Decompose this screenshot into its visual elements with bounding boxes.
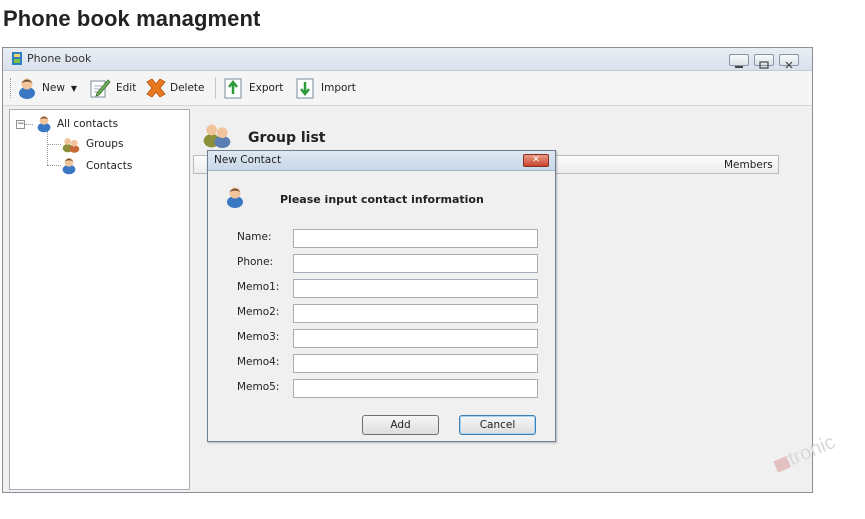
column-header-members[interactable]: Members (724, 159, 773, 171)
tree-item-label: All contacts (57, 117, 119, 130)
phone-book-app-icon (12, 52, 22, 65)
export-icon (224, 78, 242, 99)
memo4-field[interactable] (293, 354, 538, 373)
delete-button[interactable]: Delete (144, 75, 205, 101)
toolbar-separator (215, 77, 216, 99)
import-button[interactable]: Import (294, 75, 356, 101)
dialog-heading: Please input contact information (280, 193, 484, 206)
contact-icon (19, 78, 35, 99)
contact-icon (62, 157, 76, 175)
memo5-label: Memo5: (237, 381, 280, 393)
group-icon (62, 138, 80, 153)
toolbar-grip[interactable] (10, 78, 13, 98)
contact-icon (227, 187, 243, 208)
cancel-button[interactable]: Cancel (459, 415, 536, 435)
dialog-titlebar[interactable]: New Contact ✕ (208, 151, 555, 171)
close-icon (785, 61, 793, 69)
edit-icon (90, 79, 111, 98)
tree-item-contacts[interactable]: Contacts (61, 156, 132, 175)
dialog-title: New Contact (214, 154, 282, 166)
phone-field[interactable] (293, 254, 538, 273)
name-label: Name: (237, 231, 272, 243)
tree-collapse-icon[interactable]: − (16, 120, 25, 129)
delete-icon (146, 78, 166, 98)
toolbar: New ▼ Edit Delete Export Import (3, 71, 812, 106)
minimize-icon (735, 66, 743, 68)
tree-connector (47, 144, 61, 145)
page-heading: Phone book managment (3, 6, 261, 31)
memo3-label: Memo3: (237, 331, 280, 343)
group-list-title: Group list (248, 130, 326, 146)
window-titlebar[interactable]: Phone book (3, 48, 812, 71)
tree-item-label: Contacts (86, 159, 133, 172)
maximize-icon (759, 61, 769, 69)
new-contact-dialog: New Contact ✕ Please input contact infor… (207, 150, 556, 442)
tree-connector (47, 165, 61, 166)
window-title: Phone book (27, 52, 92, 65)
contact-icon (37, 115, 51, 133)
tree-connector (47, 131, 48, 165)
memo3-field[interactable] (293, 329, 538, 348)
phone-label: Phone: (237, 256, 274, 268)
memo4-label: Memo4: (237, 356, 280, 368)
import-icon (296, 78, 314, 99)
tree-connector (25, 124, 33, 125)
edit-label: Edit (116, 82, 137, 94)
name-field[interactable] (293, 229, 538, 248)
chevron-down-icon[interactable]: ▼ (71, 84, 77, 93)
export-button[interactable]: Export (222, 75, 283, 101)
tree-item-all-contacts[interactable]: All contacts (36, 114, 118, 133)
close-window-button[interactable] (779, 54, 799, 69)
import-label: Import (321, 82, 356, 94)
close-icon: ✕ (532, 155, 540, 165)
memo2-label: Memo2: (237, 306, 280, 318)
memo1-label: Memo1: (237, 281, 280, 293)
minimize-button[interactable] (729, 54, 749, 68)
memo1-field[interactable] (293, 279, 538, 298)
new-label: New (42, 82, 65, 94)
delete-label: Delete (170, 82, 205, 94)
memo2-field[interactable] (293, 304, 538, 323)
edit-button[interactable]: Edit (89, 75, 136, 101)
dialog-close-button[interactable]: ✕ (523, 154, 549, 167)
tree-item-groups[interactable]: Groups (61, 135, 123, 153)
tree-item-label: Groups (86, 138, 124, 150)
new-button[interactable]: New ▼ (17, 75, 77, 101)
memo5-field[interactable] (293, 379, 538, 398)
group-icon (203, 124, 231, 148)
export-label: Export (249, 82, 284, 94)
maximize-button[interactable] (754, 54, 774, 69)
add-button[interactable]: Add (362, 415, 439, 435)
contacts-tree: − All contacts Groups Contacts (9, 109, 190, 490)
